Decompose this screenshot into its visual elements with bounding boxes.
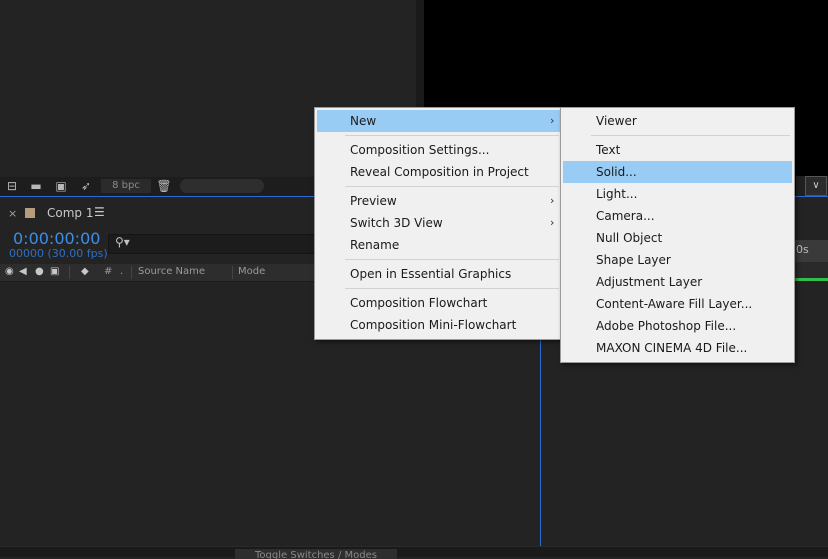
menu-item-open-essential-graphics[interactable]: Open in Essential Graphics (317, 263, 561, 285)
menu-separator (345, 135, 559, 136)
column-dot: . (120, 266, 124, 277)
frame-rate-display: 00000 (30.00 fps) (9, 247, 108, 260)
menu-item-shape-layer[interactable]: Shape Layer (563, 249, 792, 271)
menu-separator (345, 288, 559, 289)
menu-item-label: Adjustment Layer (596, 275, 703, 289)
time-ruler-label: 0s (796, 243, 809, 256)
menu-item-label: Camera... (596, 209, 655, 223)
menu-item-label: Viewer (596, 114, 637, 128)
menu-item-label: Composition Flowchart (350, 296, 488, 310)
composition-color-swatch (25, 208, 35, 218)
menu-item-label: Adobe Photoshop File... (596, 319, 737, 333)
menu-item-reveal-composition[interactable]: Reveal Composition in Project (317, 161, 561, 183)
menu-item-label: Preview (350, 194, 397, 208)
search-icon: ⚲▾ (115, 235, 130, 249)
new-composition-icon[interactable]: ▣ (52, 179, 70, 193)
lock-icon[interactable]: ▣ (50, 266, 59, 277)
render-queue-icon[interactable]: ➶ (77, 179, 95, 193)
menu-item-composition-mini-flowchart[interactable]: Composition Mini-Flowchart (317, 314, 561, 336)
tab-comp-1[interactable]: × Comp 1 ☰ (0, 202, 120, 224)
menu-item-label: Rename (350, 238, 400, 252)
menu-item-camera[interactable]: Camera... (563, 205, 792, 227)
column-divider (232, 266, 233, 279)
menu-item-null-object[interactable]: Null Object (563, 227, 792, 249)
menu-item-content-aware-fill-layer[interactable]: Content-Aware Fill Layer... (563, 293, 792, 315)
new-submenu: Viewer Text Solid... Light... Camera... … (560, 107, 795, 363)
menu-item-label: Open in Essential Graphics (350, 267, 512, 281)
column-divider (69, 266, 70, 279)
menu-item-solid[interactable]: Solid... (563, 161, 792, 183)
audio-icon[interactable]: ◀ (19, 266, 27, 277)
trash-icon[interactable]: 🗑 (155, 179, 173, 193)
layer-search-input[interactable]: ⚲▾ (108, 234, 318, 254)
current-time-display[interactable]: 0:00:00:00 (13, 229, 100, 248)
menu-item-label: Composition Settings... (350, 143, 490, 157)
menu-item-switch-3d-view[interactable]: Switch 3D View › (317, 212, 561, 234)
column-number[interactable]: # (104, 266, 112, 277)
interpret-footage-icon[interactable]: ⊟ (3, 179, 21, 193)
chevron-right-icon: › (550, 216, 555, 229)
solo-icon[interactable]: ● (35, 266, 44, 277)
menu-item-maxon-cinema-4d-file[interactable]: MAXON CINEMA 4D File... (563, 337, 792, 359)
project-search-field[interactable] (180, 179, 264, 193)
menu-item-label: Text (596, 143, 621, 157)
menu-item-composition-flowchart[interactable]: Composition Flowchart (317, 292, 561, 314)
menu-item-label: Reveal Composition in Project (350, 165, 529, 179)
menu-item-label: Null Object (596, 231, 663, 245)
menu-separator (345, 186, 559, 187)
column-mode[interactable]: Mode (238, 266, 265, 277)
menu-item-new[interactable]: New › (317, 110, 561, 132)
menu-item-adjustment-layer[interactable]: Adjustment Layer (563, 271, 792, 293)
menu-item-label: Composition Mini-Flowchart (350, 318, 517, 332)
menu-item-adobe-photoshop-file[interactable]: Adobe Photoshop File... (563, 315, 792, 337)
bit-depth-button[interactable]: 8 bpc (101, 179, 151, 193)
close-icon[interactable]: × (8, 207, 17, 220)
label-tag-icon[interactable]: ◆ (81, 266, 89, 277)
cache-indicator (794, 278, 828, 281)
menu-item-label: Content-Aware Fill Layer... (596, 297, 753, 311)
toggle-switches-modes-button[interactable]: Toggle Switches / Modes (235, 549, 397, 559)
new-folder-icon[interactable]: ▬ (27, 179, 45, 193)
column-source-name[interactable]: Source Name (138, 266, 205, 277)
time-ruler[interactable]: 0s (794, 240, 828, 262)
chevron-right-icon: › (550, 194, 555, 207)
menu-item-preview[interactable]: Preview › (317, 190, 561, 212)
work-area-bar[interactable] (794, 262, 828, 278)
menu-item-label: Solid... (596, 165, 637, 179)
column-divider (131, 266, 132, 279)
menu-item-light[interactable]: Light... (563, 183, 792, 205)
panel-menu-icon[interactable]: ☰ (94, 205, 105, 219)
menu-separator (591, 135, 790, 136)
menu-item-label: Shape Layer (596, 253, 671, 267)
timeline-footer: Toggle Switches / Modes (0, 546, 828, 559)
menu-separator (345, 259, 559, 260)
eye-icon[interactable]: ◉ (5, 266, 14, 277)
menu-item-text[interactable]: Text (563, 139, 792, 161)
tab-label[interactable]: Comp 1 (47, 206, 93, 220)
context-menu: New › Composition Settings... Reveal Com… (314, 107, 564, 340)
menu-item-label: MAXON CINEMA 4D File... (596, 341, 748, 355)
menu-item-label: Switch 3D View (350, 216, 443, 230)
viewer-dropdown[interactable]: ∨ (805, 176, 827, 196)
menu-item-viewer[interactable]: Viewer (563, 110, 792, 132)
menu-item-composition-settings[interactable]: Composition Settings... (317, 139, 561, 161)
menu-item-label: New (350, 114, 377, 128)
menu-item-label: Light... (596, 187, 638, 201)
menu-item-rename[interactable]: Rename (317, 234, 561, 256)
chevron-right-icon: › (550, 114, 555, 127)
